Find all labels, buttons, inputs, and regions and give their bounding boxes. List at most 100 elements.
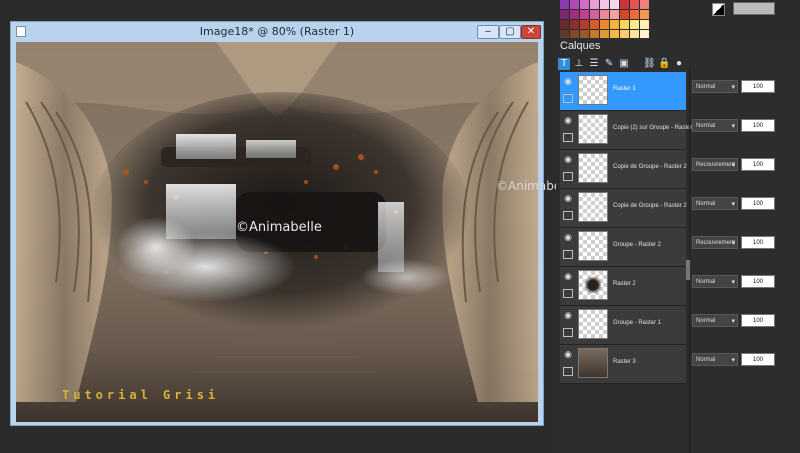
layer-name: Groupe - Raster 1 (613, 320, 662, 326)
new-mask-icon[interactable]: ▣ (618, 58, 630, 70)
layer-lock-icon[interactable] (563, 250, 573, 259)
palette-swatch[interactable] (630, 0, 639, 9)
image-window[interactable]: Image18* @ 80% (Raster 1) – ▢ ✕ ©Animabe… (10, 21, 544, 426)
properties-icon[interactable]: ● (673, 58, 685, 70)
palette-swatch[interactable] (640, 0, 649, 9)
palette-swatch[interactable] (580, 10, 589, 19)
blend-mode-select[interactable]: Normal (692, 353, 738, 367)
visibility-eye-icon[interactable]: ◉ (563, 271, 573, 281)
layer-thumbnail (578, 231, 608, 261)
layer-lock-icon[interactable] (563, 172, 573, 181)
palette-swatch[interactable] (620, 20, 629, 29)
blend-mode-select[interactable]: Normal (692, 80, 738, 94)
palette-swatch[interactable] (560, 0, 569, 9)
visibility-eye-icon[interactable]: ◉ (563, 349, 573, 359)
new-raster-layer-icon[interactable]: T (558, 58, 570, 70)
visibility-eye-icon[interactable]: ◉ (563, 76, 573, 86)
palette-swatch[interactable] (620, 0, 629, 9)
layer-row-body[interactable]: ◉ Raster 1 (560, 72, 686, 111)
image-canvas[interactable]: ©Animabelle Tutorial Grisi (16, 42, 538, 422)
layer-row-body[interactable]: ◉ Raster 3 (560, 345, 686, 384)
palette-swatch[interactable] (590, 0, 599, 9)
layer-row[interactable]: ◉ Copie de Groupe - Raster 2 Recouvrement1… (556, 150, 800, 189)
palette-swatch[interactable] (610, 0, 619, 9)
color-palette[interactable] (560, 0, 700, 39)
opacity-field[interactable]: 100 (741, 197, 775, 210)
layer-row-body[interactable]: ◉ Groupe - Raster 2 (560, 228, 686, 267)
layer-row[interactable]: ◉ Copie de Groupe - Raster 2 Normal100 (556, 189, 800, 228)
layer-row-body[interactable]: ◉ Copie de Groupe - Raster 2 (560, 150, 687, 189)
layer-row-body[interactable]: ◉ Groupe - Raster 1 (560, 306, 686, 345)
layer-row[interactable]: ◉ Raster 1 Normal100 (556, 72, 800, 111)
layer-row-body[interactable]: ◉ Raster 2 (560, 267, 686, 306)
material-style-buttons[interactable] (733, 2, 775, 15)
layer-thumbnail (578, 270, 608, 300)
layer-row[interactable]: ◉ Raster 2 Normal100 (556, 267, 800, 306)
visibility-eye-icon[interactable]: ◉ (563, 232, 573, 242)
minimize-button[interactable]: – (477, 25, 499, 39)
palette-swatch[interactable] (600, 0, 609, 9)
layer-row-body[interactable]: ◉ Copie de Groupe - Raster 2 (560, 189, 687, 228)
opacity-field[interactable]: 100 (741, 353, 775, 366)
palette-swatch[interactable] (570, 20, 579, 29)
palette-swatch[interactable] (600, 10, 609, 19)
opacity-field[interactable]: 100 (741, 119, 775, 132)
close-button[interactable]: ✕ (521, 25, 541, 39)
lock-icon[interactable]: 🔒 (658, 58, 670, 70)
blend-mode-select[interactable]: Normal (692, 314, 738, 328)
palette-swatch[interactable] (620, 10, 629, 19)
layer-lock-icon[interactable] (563, 94, 573, 103)
panel-splitter-handle[interactable] (686, 260, 690, 280)
palette-swatch[interactable] (600, 20, 609, 29)
palette-swatch[interactable] (590, 20, 599, 29)
new-adjust-layer-icon[interactable]: ☰ (588, 58, 600, 70)
layers-panel[interactable]: Calques T⊥☰✎▣⛓🔒● ◉Raster 1Normal100◉Copi… (556, 38, 800, 453)
palette-swatch[interactable] (570, 0, 579, 9)
layer-lock-icon[interactable] (563, 133, 573, 142)
palette-swatch[interactable] (630, 20, 639, 29)
blend-mode-select[interactable]: Recouvrement (692, 158, 738, 172)
visibility-eye-icon[interactable]: ◉ (563, 115, 573, 125)
window-titlebar[interactable]: Image18* @ 80% (Raster 1) – ▢ ✕ (11, 22, 543, 42)
palette-swatch[interactable] (580, 0, 589, 9)
visibility-eye-icon[interactable]: ◉ (563, 193, 573, 203)
visibility-eye-icon[interactable]: ◉ (563, 154, 573, 164)
opacity-field[interactable]: 100 (741, 236, 775, 249)
opacity-field[interactable]: 100 (741, 314, 775, 327)
new-vector-layer-icon[interactable]: ⊥ (573, 58, 585, 70)
tutorial-text: Tutorial Grisi (62, 388, 220, 402)
layer-name: Groupe - Raster 2 (613, 242, 662, 248)
link-icon[interactable]: ⛓ (643, 58, 656, 70)
new-art-media-icon[interactable]: ✎ (603, 58, 615, 70)
palette-swatch[interactable] (560, 20, 569, 29)
blend-mode-select[interactable]: Normal (692, 197, 738, 211)
foreground-background-swatch[interactable] (712, 3, 725, 16)
palette-swatch[interactable] (610, 10, 619, 19)
layer-lock-icon[interactable] (563, 211, 573, 220)
blend-mode-select[interactable]: Normal (692, 119, 738, 133)
palette-swatch[interactable] (560, 10, 569, 19)
palette-swatch[interactable] (630, 10, 639, 19)
opacity-field[interactable]: 100 (741, 80, 775, 93)
maximize-button[interactable]: ▢ (499, 25, 521, 39)
palette-swatch[interactable] (580, 20, 589, 29)
palette-swatch[interactable] (610, 20, 619, 29)
layer-lock-icon[interactable] (563, 328, 573, 337)
layer-lock-icon[interactable] (563, 367, 573, 376)
blend-mode-select[interactable]: Normal (692, 275, 738, 289)
layer-row[interactable]: ◉ Raster 3 Normal100 (556, 345, 800, 384)
palette-swatch[interactable] (640, 10, 649, 19)
layer-row[interactable]: ◉ Groupe - Raster 2 Recouvrement100 (556, 228, 800, 267)
opacity-field[interactable]: 100 (741, 275, 775, 288)
palette-swatch[interactable] (640, 20, 649, 29)
layer-name: Raster 3 (613, 359, 636, 365)
layer-row-body[interactable]: ◉ Copie (2) sur Groupe - Raster 2 (560, 111, 697, 150)
layer-row[interactable]: ◉ Groupe - Raster 1 Normal100 (556, 306, 800, 345)
layer-row[interactable]: ◉ Copie (2) sur Groupe - Raster 2Normal10… (556, 111, 800, 150)
layer-lock-icon[interactable] (563, 289, 573, 298)
blend-mode-select[interactable]: Recouvrement (692, 236, 738, 250)
opacity-field[interactable]: 100 (741, 158, 775, 171)
palette-swatch[interactable] (570, 10, 579, 19)
visibility-eye-icon[interactable]: ◉ (563, 310, 573, 320)
palette-swatch[interactable] (590, 10, 599, 19)
